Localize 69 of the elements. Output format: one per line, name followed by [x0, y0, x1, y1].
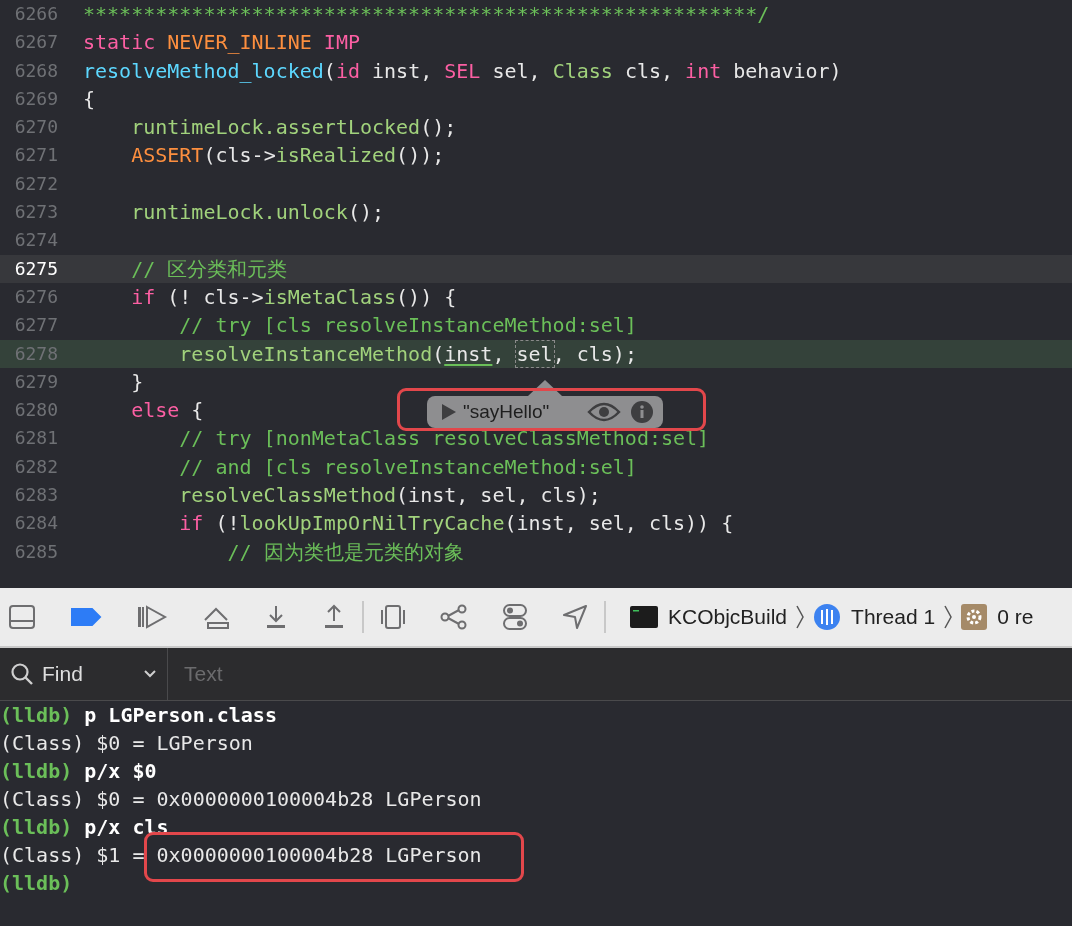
- caret-icon: [143, 669, 157, 679]
- line-number: 6270: [13, 115, 58, 140]
- filter-field[interactable]: Text: [168, 648, 1072, 700]
- code-line: else {: [130, 397, 204, 425]
- step-into-icon[interactable]: [264, 604, 288, 630]
- line-number: 6279: [13, 369, 58, 394]
- toggles-icon[interactable]: [502, 603, 528, 631]
- view-hierarchy-icon[interactable]: [380, 604, 406, 630]
- code-line: runtimeLock.assertLocked();: [130, 114, 457, 142]
- line-number: 6268: [13, 58, 58, 83]
- search-icon: [10, 662, 34, 686]
- eye-icon[interactable]: [587, 401, 621, 423]
- graph-icon[interactable]: [440, 604, 468, 630]
- line-number: 6277: [13, 313, 58, 338]
- code-line: resolveMethod_locked(id inst, SEL sel, Class cls, int behavior): [83, 57, 842, 85]
- line-number: 6269: [13, 86, 58, 111]
- line-number: 6281: [13, 426, 58, 451]
- code-line: if (!lookUpImpOrNilTryCache(inst, sel, cls)) {: [178, 510, 734, 538]
- continue-icon[interactable]: [136, 604, 168, 630]
- code-line: // 因为类也是元类的对象: [226, 538, 464, 566]
- console-line: (lldb) p LGPerson.class: [0, 702, 277, 729]
- code-line: resolveClassMethod(inst, sel, cls);: [178, 482, 601, 510]
- terminal-icon: [630, 606, 658, 628]
- console-line: (Class) $0 = 0x0000000100004b28 LGPerson: [0, 786, 482, 813]
- line-number: 6273: [13, 200, 58, 225]
- console-line: (Class) $1 = 0x0000000100004b28 LGPerson: [0, 842, 482, 869]
- line-number: 6280: [13, 398, 58, 423]
- console-line: (lldb) p/x $0: [0, 758, 157, 785]
- disclosure-triangle-icon[interactable]: [441, 403, 457, 421]
- code-line: {: [83, 85, 96, 113]
- line-number: 6283: [13, 483, 58, 508]
- line-number: 6266: [13, 2, 58, 26]
- breadcrumb-item[interactable]: Thread 1: [813, 603, 936, 631]
- breakpoint-icon[interactable]: [70, 607, 102, 627]
- line-number: 6275: [13, 256, 58, 281]
- code-line: // try [cls resolveInstanceMethod:sel]: [178, 312, 637, 340]
- line-number: 6278: [13, 341, 58, 366]
- breadcrumb-item[interactable]: KCObjcBuild: [630, 605, 788, 629]
- chevron-icon: [795, 604, 806, 630]
- code-line: if (! cls->isMetaClass()) {: [130, 283, 457, 311]
- line-number: 6284: [13, 511, 58, 536]
- code-line: // and [cls resolveInstanceMethod:sel]: [178, 453, 637, 481]
- thread-icon: [813, 603, 842, 631]
- info-icon[interactable]: [631, 401, 653, 423]
- find-menu[interactable]: Find: [0, 648, 168, 700]
- chevron-icon: [943, 604, 954, 630]
- code-line: }: [130, 368, 144, 396]
- panel-toggle-icon[interactable]: [8, 604, 36, 630]
- location-arrow-icon[interactable]: [562, 604, 588, 630]
- line-number: 6282: [13, 454, 58, 479]
- console-line: (lldb): [0, 870, 73, 897]
- line-number: 6271: [13, 143, 58, 168]
- line-number: 6274: [13, 228, 58, 253]
- code-line: ********************************************************/: [83, 1, 770, 28]
- breadcrumb-item[interactable]: 0 re: [961, 604, 1034, 630]
- code-line: resolveInstanceMethod(inst, sel, cls);: [178, 340, 637, 368]
- console-line: (Class) $0 = LGPerson: [0, 730, 253, 757]
- code-line: runtimeLock.unlock();: [130, 199, 385, 227]
- line-number: 6276: [13, 284, 58, 309]
- step-out-icon[interactable]: [322, 604, 346, 630]
- gear-icon: [961, 604, 988, 630]
- line-number: 6285: [13, 539, 58, 564]
- line-number: 6267: [13, 30, 58, 55]
- code-line: static NEVER_INLINE IMP: [83, 29, 360, 57]
- code-line: // 区分类和元类: [130, 255, 288, 283]
- variable-value: "sayHello": [463, 401, 551, 423]
- code-line: // try [nonMetaClass resolveClassMethod:sel]: [178, 425, 710, 453]
- code-line: ASSERT(cls->isRealized());: [130, 142, 445, 170]
- line-number: 6272: [13, 171, 58, 196]
